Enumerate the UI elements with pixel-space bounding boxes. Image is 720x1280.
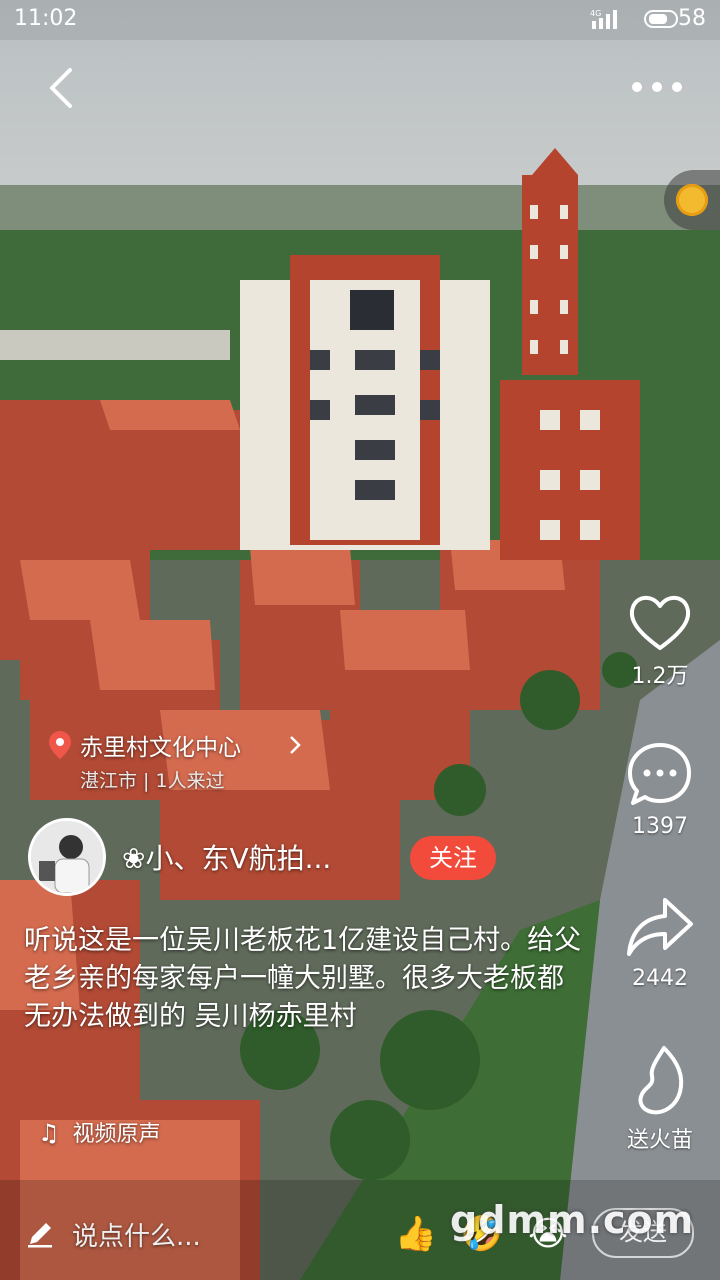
flame-icon <box>638 1046 684 1115</box>
comment-count: 1397 <box>632 814 688 839</box>
back-button[interactable] <box>40 66 84 110</box>
status-time: 11:02 <box>14 6 78 31</box>
share-button[interactable]: 2442 <box>600 892 720 991</box>
follow-button[interactable]: 关注 <box>410 836 496 880</box>
share-count: 2442 <box>632 966 688 991</box>
more-button[interactable] <box>630 76 684 98</box>
heart-icon <box>629 595 691 650</box>
coin-icon <box>676 184 708 216</box>
signal-icon: 4G <box>590 9 617 29</box>
share-arrow-icon <box>627 898 693 956</box>
gift-label: 送火苗 <box>626 1128 693 1153</box>
status-bar: 11:02 4G 58 <box>0 0 720 40</box>
location-pin-icon <box>49 731 71 759</box>
comment-icon <box>628 743 691 805</box>
like-button[interactable]: 1.2万 <box>600 590 720 690</box>
video-caption: 听说这是一位吴川老板花1亿建设自己村。给父老乡亲的每家每户一幢大别墅。很多大老板… <box>24 925 582 1032</box>
gift-flame-button[interactable]: 送火苗 <box>600 1044 720 1154</box>
location-subtitle: 湛江市 | 1人来过 <box>80 770 225 792</box>
battery-level: 58 <box>678 6 706 31</box>
comment-button[interactable]: 1397 <box>600 740 720 839</box>
author-name[interactable]: ❀小、东V航拍... <box>122 837 331 877</box>
chevron-right-icon <box>290 736 301 754</box>
location-title: 赤里村文化中心 <box>80 735 241 761</box>
watermark: gdmm.com <box>450 1198 695 1242</box>
music-label: 视频原声 <box>72 1122 161 1147</box>
network-label: 4G <box>590 9 601 18</box>
like-count: 1.2万 <box>631 664 689 689</box>
more-icon <box>632 82 682 92</box>
avatar-image <box>31 821 103 893</box>
author-avatar[interactable] <box>28 818 106 896</box>
coin-reward-button[interactable] <box>664 170 720 230</box>
battery-icon <box>644 10 678 28</box>
pencil-icon <box>28 1223 52 1248</box>
comment-input[interactable]: 说点什么... <box>72 1216 201 1253</box>
chevron-left-icon <box>50 68 72 108</box>
music-note-icon: ♫ <box>38 1119 60 1147</box>
emoji-thumbs-up[interactable]: 👍 <box>392 1210 440 1258</box>
music-tag[interactable]: ♫ 视频原声 <box>38 1116 161 1148</box>
